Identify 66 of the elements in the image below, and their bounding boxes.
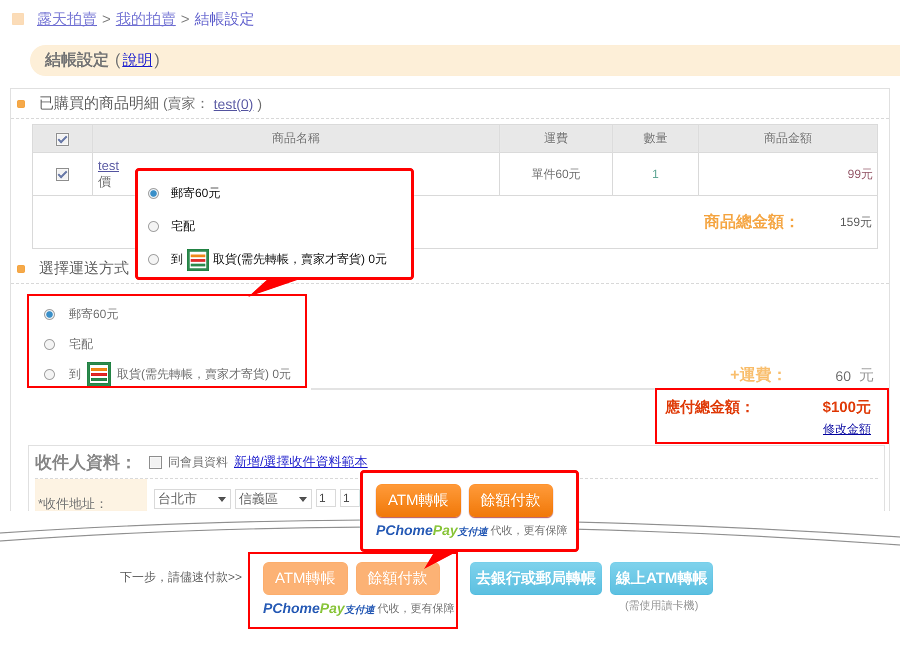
checkbox-label: 同會員資料 [168,454,228,470]
district-dropdown[interactable]: 信義區 [235,489,312,509]
template-link[interactable]: 新增/選擇收件資料範本 [234,453,368,471]
radio-button[interactable] [148,254,159,265]
shipping-fee-label: +運費： [730,366,788,386]
column-header: 運費 [500,124,612,152]
edit-amount-link[interactable]: 修改金額 [665,421,871,438]
tagline-text: 代收，更有保障 [378,602,455,616]
table-cell: 單件60元 [500,152,612,196]
breadcrumb-separator: > [102,10,111,28]
table-cell: 1 [612,152,698,196]
column-header: 商品名稱 [92,124,500,152]
caret-icon [218,496,226,502]
help-link[interactable]: 說明 [122,51,152,70]
total-label: 應付總金額： [665,398,755,417]
option-label: 取貨(需先轉帳，賣家才寄貨) 0元 [117,366,291,382]
store-logo-icon [187,246,209,272]
table-cell: 99元 [698,152,878,196]
note-text: (需使用讀卡機) [625,599,698,613]
city-dropdown[interactable]: 台北市 [154,489,231,509]
option-label: 宅配 [69,336,93,352]
breadcrumb-link[interactable]: 露天拍賣 [37,10,97,28]
address-label: *收件地址： [35,479,147,511]
subtotal-label: 商品總金額： [704,212,800,232]
input-field[interactable]: 1 [340,489,360,507]
total-value: $100元 [822,398,871,417]
breadcrumb-current: 結帳設定 [194,10,255,28]
option-label: 取貨(需先轉帳，賣家才寄貨) 0元 [213,251,387,268]
currency-unit: 元 [859,366,874,385]
checkbox[interactable] [149,456,162,468]
page-title: 結帳設定 [45,50,109,71]
option-label: 到 [171,251,183,268]
shipping-fee-value: 60 [835,368,851,384]
breadcrumb-link[interactable]: 我的拍賣 [116,10,176,28]
input-field[interactable]: 1 [316,489,336,507]
seller-link[interactable]: test(0) [214,96,254,112]
pchomepay-logo: PChomePay支付連 [376,522,488,539]
subtotal-value: 159元 [840,214,872,230]
product-detail: 價 [98,172,112,190]
paren-text: ( [115,52,120,70]
column-header: 數量 [612,124,698,152]
seller-label: (賣家： [163,94,210,112]
option-label: 宅配 [171,218,195,235]
paren-text: ) [154,52,160,70]
column-header: 商品金額 [698,124,878,152]
radio-button[interactable] [148,221,159,232]
radio-button[interactable] [44,368,55,380]
product-link[interactable]: test [98,158,119,172]
option-label: 郵寄60元 [69,306,118,322]
next-step-text: 下一步，請儘速付款>> [120,569,244,586]
radio-button[interactable] [44,338,55,350]
section-title: 已購買的商品明細 [39,94,159,113]
breadcrumb-separator: > [180,10,190,28]
caret-icon [299,496,307,502]
option-label: 郵寄60元 [171,185,220,202]
pchomepay-logo: PChomePay支付連 [263,600,375,617]
store-logo-icon [87,362,111,386]
checkbox[interactable] [56,168,69,182]
tagline-text: 代收，更有保障 [490,524,568,538]
section-title: 選擇運送方式 [39,259,129,278]
radio-button[interactable] [148,188,159,199]
paren-text: ) [257,96,262,112]
checkbox[interactable] [56,132,69,146]
section-title: 收件人資料： [35,452,137,474]
radio-button[interactable] [44,308,55,320]
option-label: 到 [69,366,81,382]
